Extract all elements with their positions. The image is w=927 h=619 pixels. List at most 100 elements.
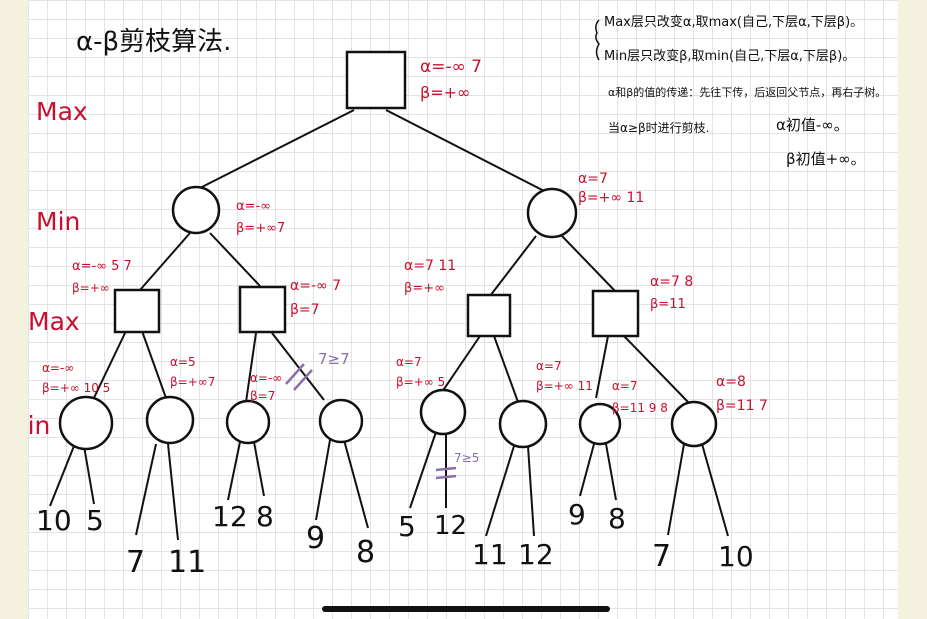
ab-max2-1-alpha: α=-∞ 7: [290, 278, 341, 294]
ab-root-alpha: α=-∞ 7: [420, 57, 482, 77]
notebook-page: α-β剪枝算法. Max Min Max Min Max层只改变α,取max(自…: [28, 0, 898, 619]
edge: [315, 439, 331, 521]
ab-root-beta: β=+∞: [420, 83, 470, 102]
note-alpha-init: α初值-∞。: [776, 116, 849, 134]
ab-min1-0-alpha: α=-∞: [236, 199, 271, 214]
leaf-value: 8: [256, 500, 274, 533]
edge: [271, 332, 325, 401]
edge: [409, 431, 437, 509]
min-node: [225, 399, 271, 445]
ab-min3-6-alpha: α=7: [612, 379, 638, 393]
notes-block: Max层只改变α,取max(自己,下层α,下层β)。 Min层只改变β,取min…: [595, 14, 886, 168]
edge: [605, 443, 617, 501]
edge: [141, 330, 167, 399]
alpha-beta-annotations: α=-∞ 7 β=+∞ α=-∞ β=+∞7 α=7 β=+∞ 11 α=-∞ …: [42, 57, 768, 415]
max-node: [238, 285, 287, 334]
ab-min3-5-alpha: α=7: [536, 359, 562, 373]
ab-min3-1-alpha: α=5: [170, 355, 196, 369]
max-node: [591, 289, 640, 338]
alpha-beta-tree-diagram: α-β剪枝算法. Max Min Max Min Max层只改变α,取max(自…: [28, 14, 886, 580]
note-min-layer: Min层只改变β,取min(自己,下层α,下层β)。: [604, 48, 855, 64]
edge: [139, 232, 191, 291]
ab-min3-6-beta: β=11 9 8: [612, 401, 668, 415]
ab-min3-4-alpha: α=7: [396, 355, 422, 369]
min-node: [145, 395, 195, 445]
ab-min1-1-alpha: α=7: [578, 171, 608, 187]
edge: [343, 439, 369, 529]
edge: [135, 443, 157, 536]
leaf-value: 7: [126, 545, 145, 580]
edge: [167, 443, 179, 541]
edge: [441, 335, 481, 393]
note-propagation: α和β的值的传递：先往下传，后返回父节点，再右子树。: [608, 85, 886, 99]
edge: [579, 443, 595, 497]
edge: [385, 109, 553, 196]
max-node: [466, 293, 512, 338]
min-node: [526, 187, 578, 239]
note-prune-condition: 当α≥β时进行剪枝.: [608, 120, 709, 135]
min-node: [670, 400, 718, 448]
ab-min3-0-alpha: α=-∞: [42, 361, 74, 375]
leaf-value: 12: [434, 511, 467, 541]
min-node: [498, 399, 548, 449]
leaf-value: 11: [168, 545, 206, 580]
leaf-values: 10 5 7 11 12 8 9 8 5 12 11 12 9 8 7 10: [36, 498, 754, 580]
notes-brace: [595, 19, 600, 61]
ab-min3-1-beta: β=+∞7: [170, 375, 215, 389]
edge: [227, 441, 241, 501]
leaf-value: 8: [356, 535, 375, 570]
ab-min1-1-beta: β=+∞ 11: [578, 190, 644, 206]
edge: [485, 445, 515, 537]
prune-cut-mark: [435, 474, 457, 480]
leaf-value: 9: [306, 521, 325, 556]
prune-note-left: 7≥7: [318, 350, 350, 368]
edge: [253, 441, 265, 497]
edge: [701, 443, 729, 537]
edge: [527, 445, 535, 537]
min-node: [171, 185, 221, 235]
min-node: [58, 395, 114, 451]
edge: [49, 445, 75, 507]
ab-max2-0-alpha: α=-∞ 5 7: [72, 259, 132, 274]
leaf-value: 7: [652, 539, 671, 574]
ab-min1-0-beta: β=+∞7: [236, 221, 285, 236]
note-beta-init: β初值+∞。: [786, 150, 866, 168]
edge: [195, 109, 355, 191]
edge: [209, 232, 261, 287]
leaf-value: 9: [568, 498, 586, 531]
note-max-layer: Max层只改变α,取max(自己,下层α,下层β)。: [604, 14, 863, 30]
ab-min3-5-beta: β=+∞ 11: [536, 379, 593, 393]
edge: [595, 335, 609, 399]
edge: [561, 235, 617, 293]
edge: [489, 235, 537, 297]
screen: α-β剪枝算法. Max Min Max Min Max层只改变α,取max(自…: [0, 0, 927, 619]
level-label-max-2: Max: [28, 307, 80, 336]
min-node: [419, 388, 467, 436]
ab-min3-7-alpha: α=8: [716, 374, 746, 390]
edge: [667, 443, 685, 536]
ab-max2-2-alpha: α=7 11: [404, 258, 456, 274]
ab-max2-3-alpha: α=7 8: [650, 274, 693, 290]
max-node-root: [345, 50, 407, 110]
level-label-max-0: Max: [36, 97, 88, 126]
ab-min3-2-beta: β=7: [250, 389, 275, 403]
leaf-value: 12: [518, 538, 554, 571]
home-indicator-bar[interactable]: [322, 606, 610, 612]
ab-min3-0-beta: β=+∞ 10 5: [42, 381, 110, 395]
ab-max2-0-beta: β=+∞: [72, 281, 110, 295]
ab-max2-2-beta: β=+∞: [404, 281, 445, 296]
leaf-value: 12: [212, 500, 248, 533]
leaf-value: 5: [86, 504, 104, 537]
prune-note-right: 7≥5: [454, 451, 479, 465]
ab-max2-3-beta: β=11: [650, 297, 686, 312]
leaf-value: 11: [472, 538, 508, 571]
leaf-value: 10: [36, 504, 72, 537]
page-title: α-β剪枝算法.: [76, 27, 231, 57]
min-node: [318, 398, 364, 444]
ab-min3-4-beta: β=+∞ 5: [396, 375, 445, 389]
leaf-value: 8: [608, 502, 626, 535]
level-label-min-3: Min: [28, 411, 50, 440]
leaf-value: 5: [398, 510, 416, 543]
ab-max2-1-beta: β=7: [290, 302, 320, 318]
level-label-min-1: Min: [36, 207, 80, 236]
